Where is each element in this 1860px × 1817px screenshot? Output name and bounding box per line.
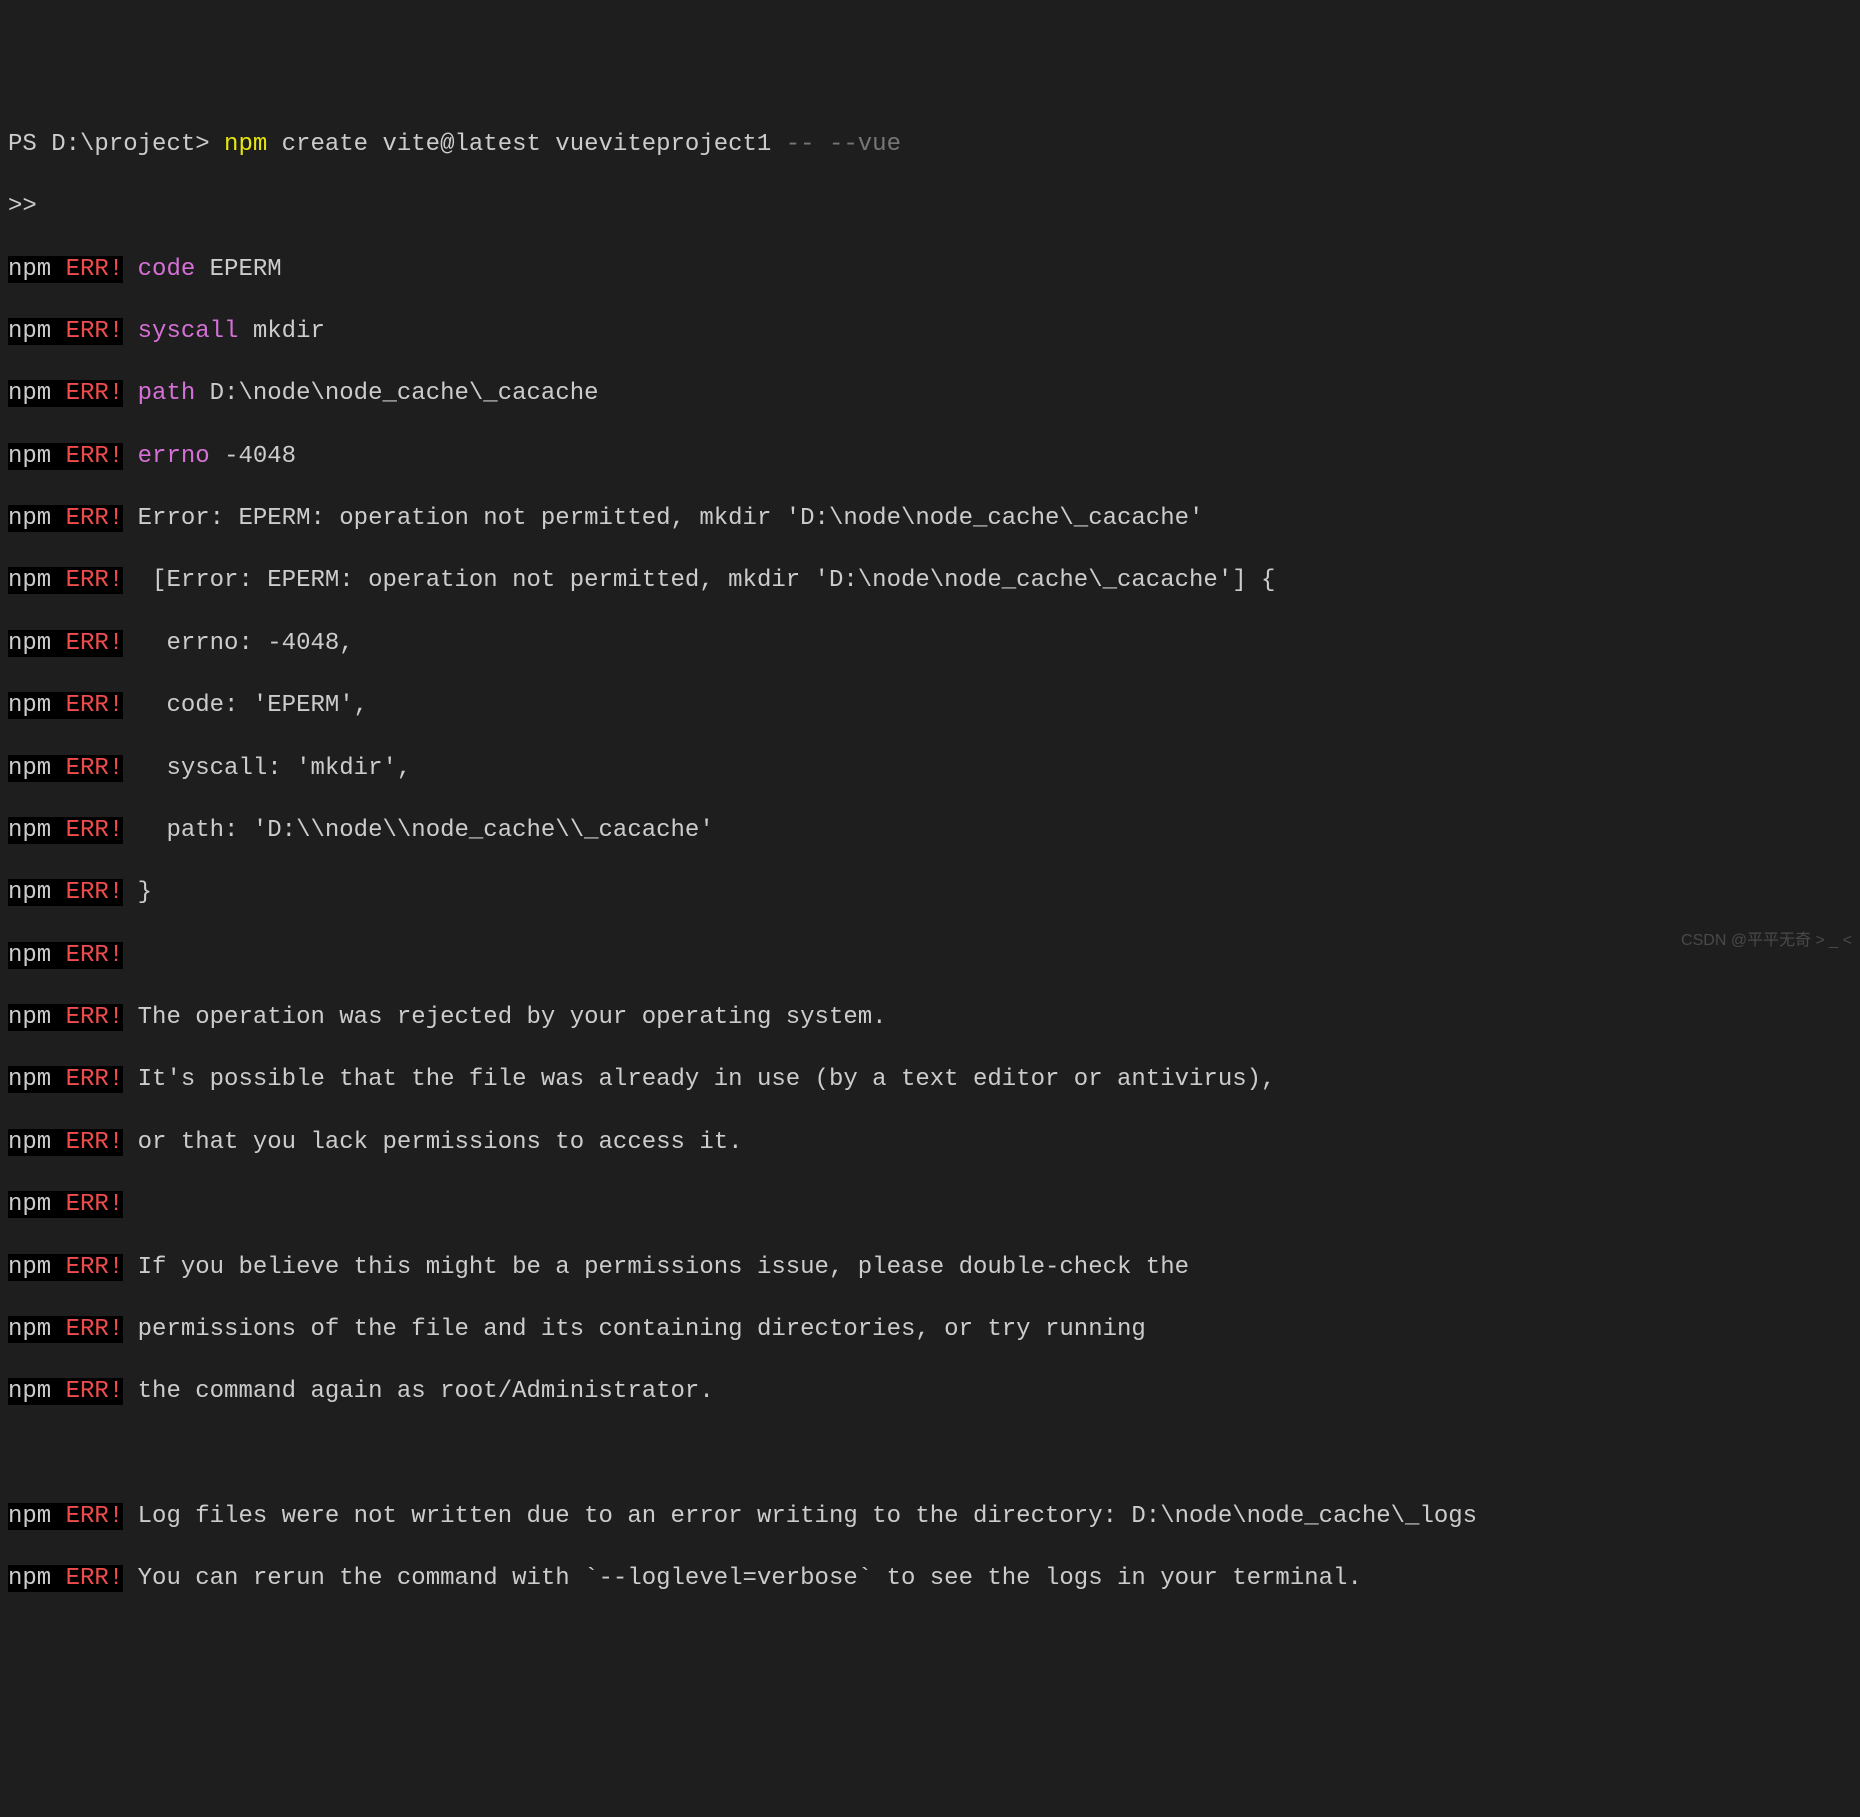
error-line-msg: npm ERR! You can rerun the command with … [8, 1563, 1852, 1594]
blank-line [8, 1439, 1852, 1470]
err-text: It's possible that the file was already … [138, 1066, 1276, 1093]
npm-label: npm [8, 1004, 51, 1031]
continuation-line: >> [8, 191, 1852, 222]
err-label: ERR! [51, 567, 123, 594]
err-label: ERR! [51, 630, 123, 657]
error-line-msg: npm ERR! or that you lack permissions to… [8, 1127, 1852, 1158]
npm-label: npm [8, 879, 51, 906]
err-label: ERR! [51, 443, 123, 470]
error-line-errno: npm ERR! errno -4048 [8, 441, 1852, 472]
error-line-msg: npm ERR! code: 'EPERM', [8, 690, 1852, 721]
err-label: ERR! [51, 1378, 123, 1405]
npm-label: npm [8, 1316, 51, 1343]
err-label: ERR! [51, 1066, 123, 1093]
err-key: errno [138, 443, 224, 470]
error-line-msg: npm ERR! the command again as root/Admin… [8, 1376, 1852, 1407]
err-label: ERR! [51, 1316, 123, 1343]
npm-label: npm [8, 1503, 51, 1530]
err-label: ERR! [51, 692, 123, 719]
err-text: syscall: 'mkdir', [138, 755, 412, 782]
error-line-msg: npm ERR! [Error: EPERM: operation not pe… [8, 565, 1852, 596]
err-label: ERR! [51, 380, 123, 407]
npm-label: npm [8, 505, 51, 532]
error-line-code: npm ERR! code EPERM [8, 254, 1852, 285]
err-text: path: 'D:\\node\\node_cache\\_cacache' [138, 817, 714, 844]
npm-label: npm [8, 1254, 51, 1281]
err-text: or that you lack permissions to access i… [138, 1129, 743, 1156]
err-text: You can rerun the command with `--loglev… [138, 1565, 1362, 1592]
err-label: ERR! [51, 942, 123, 969]
error-line-msg: npm ERR! It's possible that the file was… [8, 1064, 1852, 1095]
error-line-msg: npm ERR! } [8, 877, 1852, 908]
npm-label: npm [8, 1066, 51, 1093]
error-line-empty: npm ERR! [8, 1189, 1852, 1220]
err-text: [Error: EPERM: operation not permitted, … [138, 567, 1276, 594]
err-text: Log files were not written due to an err… [138, 1503, 1477, 1530]
err-label: ERR! [51, 1565, 123, 1592]
npm-label: npm [8, 630, 51, 657]
error-line-path: npm ERR! path D:\node\node_cache\_cacach… [8, 378, 1852, 409]
command-args: create vite@latest vueviteproject1 [282, 131, 786, 158]
npm-label: npm [8, 1191, 51, 1218]
watermark-text: CSDN @平平无奇 > _ < [1681, 931, 1852, 952]
npm-label: npm [8, 692, 51, 719]
err-label: ERR! [51, 1503, 123, 1530]
err-label: ERR! [51, 505, 123, 532]
err-label: ERR! [51, 1254, 123, 1281]
error-line-msg: npm ERR! permissions of the file and its… [8, 1314, 1852, 1345]
error-line-msg: npm ERR! Log files were not written due … [8, 1501, 1852, 1532]
prompt-path: D:\project> [51, 131, 224, 158]
error-line-msg: npm ERR! Error: EPERM: operation not per… [8, 503, 1852, 534]
err-value: -4048 [224, 443, 296, 470]
npm-label: npm [8, 256, 51, 283]
npm-label: npm [8, 817, 51, 844]
npm-label: npm [8, 380, 51, 407]
error-line-msg: npm ERR! path: 'D:\\node\\node_cache\\_c… [8, 815, 1852, 846]
npm-label: npm [8, 1378, 51, 1405]
npm-label: npm [8, 443, 51, 470]
err-value: EPERM [210, 256, 282, 283]
ps-prefix: PS [8, 131, 51, 158]
terminal-prompt-line[interactable]: PS D:\project> npm create vite@latest vu… [8, 129, 1852, 160]
err-text: permissions of the file and its containi… [138, 1316, 1146, 1343]
npm-label: npm [8, 1565, 51, 1592]
err-key: syscall [138, 318, 253, 345]
err-label: ERR! [51, 1191, 123, 1218]
error-line-msg: npm ERR! The operation was rejected by y… [8, 1002, 1852, 1033]
err-label: ERR! [51, 318, 123, 345]
err-label: ERR! [51, 1004, 123, 1031]
npm-label: npm [8, 567, 51, 594]
err-text: errno: -4048, [138, 630, 354, 657]
npm-label: npm [8, 942, 51, 969]
err-text: } [138, 879, 152, 906]
err-value: mkdir [253, 318, 325, 345]
err-label: ERR! [51, 256, 123, 283]
command-npm: npm [224, 131, 282, 158]
err-text: Error: EPERM: operation not permitted, m… [138, 505, 1204, 532]
error-line-syscall: npm ERR! syscall mkdir [8, 316, 1852, 347]
err-text: the command again as root/Administrator. [138, 1378, 714, 1405]
command-flags: -- --vue [786, 131, 901, 158]
err-label: ERR! [51, 755, 123, 782]
error-line-msg: npm ERR! If you believe this might be a … [8, 1252, 1852, 1283]
err-value: D:\node\node_cache\_cacache [210, 380, 599, 407]
error-line-msg: npm ERR! syscall: 'mkdir', [8, 753, 1852, 784]
err-key: code [138, 256, 210, 283]
err-key: path [138, 380, 210, 407]
npm-label: npm [8, 318, 51, 345]
err-label: ERR! [51, 1129, 123, 1156]
npm-label: npm [8, 755, 51, 782]
err-text: The operation was rejected by your opera… [138, 1004, 887, 1031]
err-label: ERR! [51, 817, 123, 844]
err-label: ERR! [51, 879, 123, 906]
err-text: If you believe this might be a permissio… [138, 1254, 1189, 1281]
error-line-msg: npm ERR! errno: -4048, [8, 628, 1852, 659]
error-line-empty: npm ERR! [8, 940, 1852, 971]
npm-label: npm [8, 1129, 51, 1156]
err-text: code: 'EPERM', [138, 692, 368, 719]
